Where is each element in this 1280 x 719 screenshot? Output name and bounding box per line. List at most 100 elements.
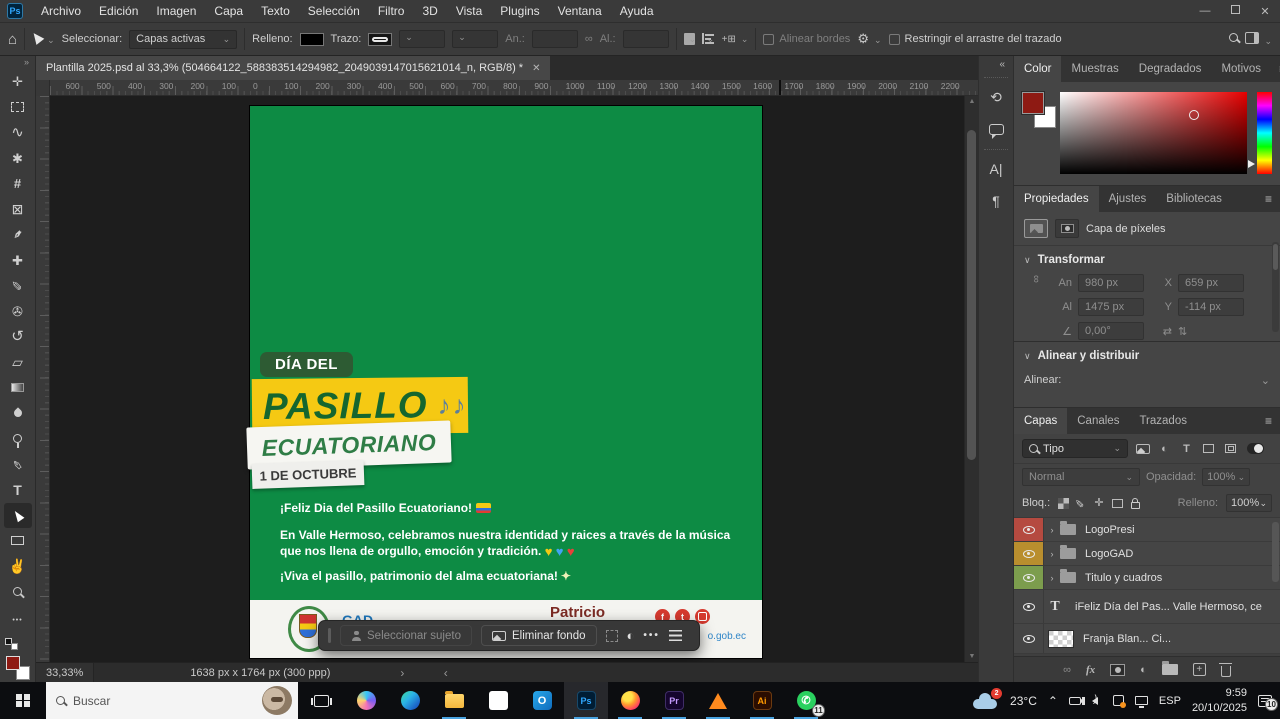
search-icon[interactable] (1229, 33, 1238, 45)
start-button[interactable] (0, 682, 46, 719)
visibility-cell[interactable] (1014, 566, 1044, 589)
taskbar-premiere[interactable]: Pr (652, 682, 696, 719)
taskbar-file-explorer[interactable] (432, 682, 476, 719)
tool-move[interactable] (4, 69, 32, 95)
scroll-down-icon[interactable]: ▼ (965, 653, 979, 660)
menu-3d[interactable]: 3D (413, 4, 446, 18)
tool-rectangle[interactable] (4, 528, 32, 554)
filter-type-layers-icon[interactable]: T (1179, 443, 1194, 455)
toolbar-collapse-icon[interactable]: » (24, 57, 35, 69)
taskbar-search[interactable]: Buscar (46, 682, 298, 719)
align-edges-checkbox[interactable]: Alinear bordes (763, 33, 850, 45)
tab-canales[interactable]: Canales (1067, 408, 1129, 434)
tab-bibliotecas[interactable]: Bibliotecas (1156, 186, 1232, 212)
height-field[interactable]: 1475 px (1078, 298, 1144, 316)
tab-degradados[interactable]: Degradados (1129, 56, 1212, 82)
path-operations-icon[interactable] (684, 33, 695, 45)
taskbar-vlc[interactable] (696, 682, 740, 719)
tool-frame[interactable] (4, 197, 32, 223)
visibility-cell[interactable] (1014, 542, 1044, 565)
poster-canvas[interactable]: DÍA DEL PASILLO ♪♪ ECUATORIANO 1 DE OCTU… (250, 106, 762, 658)
menu-ayuda[interactable]: Ayuda (611, 4, 663, 18)
minimize-button[interactable]: — (1190, 5, 1220, 18)
workspace-switcher-icon[interactable] (1245, 32, 1272, 47)
layer-row-titulo[interactable]: › Titulo y cuadros (1014, 566, 1280, 590)
foreground-color-swatch[interactable] (1022, 92, 1044, 114)
tab-propiedades[interactable]: Propiedades (1014, 186, 1099, 212)
task-view-button[interactable] (298, 682, 344, 719)
panel-menu-icon[interactable]: ≡ (1257, 186, 1280, 212)
lock-transparency-icon[interactable] (1058, 498, 1069, 509)
tab-close-icon[interactable]: ✕ (532, 63, 540, 74)
tool-dodge[interactable] (4, 426, 32, 452)
new-group-icon[interactable] (1162, 664, 1178, 675)
mask-button[interactable] (1055, 219, 1079, 238)
taskbar-store[interactable] (476, 682, 520, 719)
restore-button[interactable] (1220, 5, 1250, 18)
constrain-path-checkbox[interactable]: Restringir el arrastre del trazado (889, 33, 1062, 45)
taskbar-whatsapp[interactable]: ✆ 11 (784, 682, 828, 719)
close-button[interactable]: ✕ (1250, 5, 1280, 18)
stroke-width-field[interactable] (399, 30, 445, 48)
lock-pixels-icon[interactable] (1077, 498, 1086, 509)
comments-panel-icon[interactable] (983, 116, 1009, 142)
foreground-color-swatch[interactable] (6, 656, 20, 670)
hue-slider[interactable] (1257, 92, 1272, 174)
taskbar-clock[interactable]: 9:59 20/10/2025 (1192, 686, 1247, 715)
meet-now-icon[interactable] (1069, 697, 1081, 705)
filter-smart-objects-icon[interactable] (1223, 444, 1238, 453)
character-panel-icon[interactable]: A| (983, 156, 1009, 182)
volume-icon[interactable] (1092, 697, 1102, 705)
menu-texto[interactable]: Texto (252, 4, 299, 18)
home-icon[interactable]: ⌂ (8, 31, 17, 48)
tool-type[interactable] (4, 477, 32, 503)
document-tab[interactable]: Plantilla 2025.psd al 33,3% (504664122_5… (36, 56, 550, 80)
search-highlight-image[interactable] (262, 686, 292, 715)
align-section-header[interactable]: ∨ Alinear y distribuir (1024, 350, 1270, 366)
height-field[interactable] (623, 30, 669, 48)
expand-group-icon[interactable]: › (1044, 549, 1060, 559)
layer-filter-dropdown[interactable]: Tipo (1022, 439, 1128, 458)
stroke-type-field[interactable] (452, 30, 498, 48)
scrollbar-thumb[interactable] (967, 130, 976, 460)
visibility-cell[interactable] (1014, 518, 1044, 541)
tool-path-selection[interactable] (4, 503, 32, 529)
visibility-cell[interactable] (1014, 624, 1044, 653)
menu-imagen[interactable]: Imagen (147, 4, 205, 18)
tool-history-brush[interactable] (4, 324, 32, 350)
menu-vista[interactable]: Vista (447, 4, 491, 18)
menu-archivo[interactable]: Archivo (32, 4, 90, 18)
expand-group-icon[interactable]: › (1044, 573, 1060, 583)
remove-background-button[interactable]: Eliminar fondo (481, 625, 597, 646)
width-field[interactable] (532, 30, 578, 48)
fill-field[interactable]: 100%⌄ (1226, 494, 1272, 512)
opacity-field[interactable]: 100%⌄ (1202, 468, 1250, 486)
tab-trazados[interactable]: Trazados (1129, 408, 1197, 434)
document-info[interactable]: 1638 px x 1764 px (300 ppp) (190, 667, 330, 679)
tool-eraser[interactable] (4, 350, 32, 376)
taskbar-firefox[interactable] (608, 682, 652, 719)
vertical-scrollbar[interactable]: ▲ ▼ (964, 96, 978, 662)
transform-section-header[interactable]: ∨ Transformar (1014, 246, 1280, 272)
tool-zoom[interactable] (4, 579, 32, 605)
layer-row-text[interactable]: T iFeliz Día del Pas... Valle Hermoso, c… (1014, 590, 1280, 624)
tool-quick-selection[interactable] (4, 146, 32, 172)
horizontal-ruler[interactable]: 6005004003002001000100200300400500600700… (36, 80, 978, 96)
fill-swatch[interactable] (300, 33, 324, 46)
tool-healing-brush[interactable] (4, 248, 32, 274)
tool-hand[interactable] (4, 554, 32, 580)
color-picker-ring-icon[interactable] (1189, 110, 1199, 120)
pixel-layer-button[interactable] (1024, 219, 1048, 238)
menu-seleccion[interactable]: Selección (299, 4, 369, 18)
add-mask-icon[interactable] (1110, 664, 1125, 676)
tool-pen[interactable] (4, 452, 32, 478)
filter-toggle[interactable] (1247, 443, 1264, 454)
status-arrows[interactable]: › ‹ (400, 666, 465, 680)
path-alignment-icon[interactable] (702, 33, 715, 45)
tool-crop[interactable] (4, 171, 32, 197)
more-options-icon[interactable]: ••• (643, 630, 660, 641)
y-field[interactable]: -114 px (1178, 298, 1244, 316)
taskbar-illustrator[interactable]: Ai (740, 682, 784, 719)
swap-colors-icon[interactable] (5, 638, 18, 650)
menu-capa[interactable]: Capa (205, 4, 252, 18)
